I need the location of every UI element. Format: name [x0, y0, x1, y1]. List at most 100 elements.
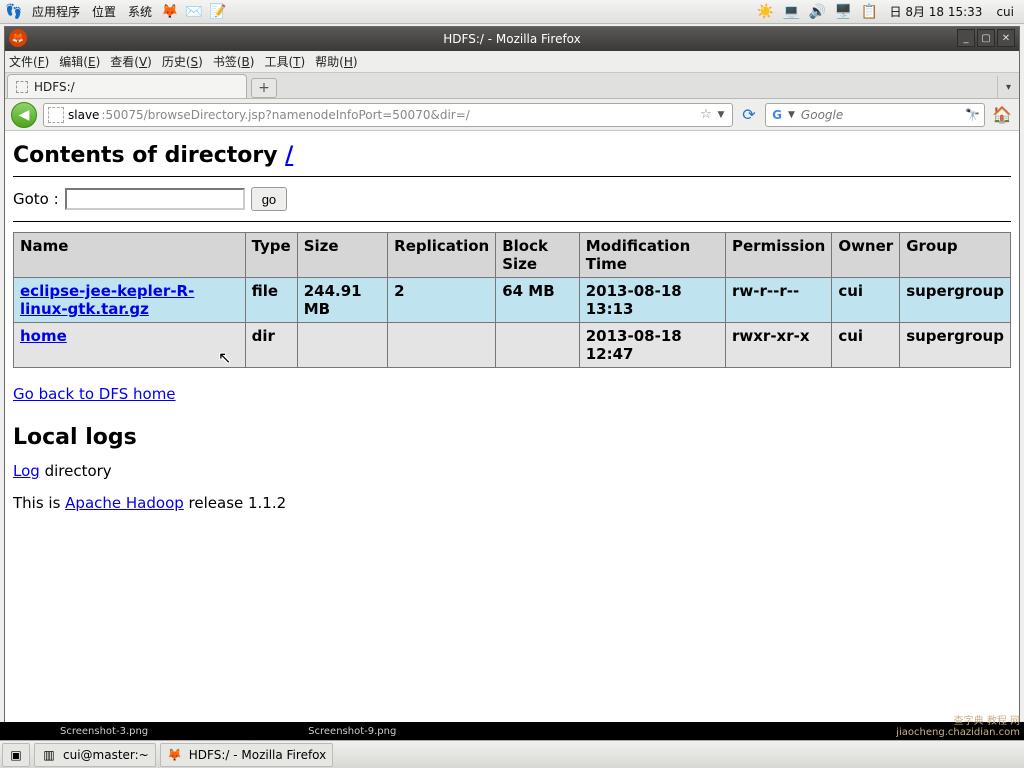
log-suffix: directory [40, 462, 112, 480]
table-cell: eclipse-jee-kepler-R-linux-gtk.tar.gz [14, 278, 246, 323]
back-button[interactable]: ◀ [11, 102, 37, 128]
reload-button[interactable]: ⟳ [739, 105, 759, 125]
gnome-foot-icon: 👣 [4, 2, 24, 22]
firefox-menu-bar: 文件(F) 编辑(E) 查看(V) 历史(S) 书签(B) 工具(T) 帮助(H… [5, 51, 1019, 73]
go-button[interactable]: go [251, 187, 287, 211]
firefox-window: 🦊 HDFS:/ - Mozilla Firefox _ ▢ ✕ 文件(F) 编… [4, 26, 1020, 736]
binoculars-icon[interactable]: 🔭 [965, 108, 980, 122]
table-cell: file [245, 278, 297, 323]
goto-row: Goto : go [13, 187, 1011, 211]
apache-hadoop-link[interactable]: Apache Hadoop [65, 494, 184, 512]
desktop-thumbnails-strip: Screenshot-3.png Screenshot-9.png [0, 722, 1024, 740]
table-cell: cui [832, 278, 900, 323]
panel-menu-system[interactable]: 系统 [124, 3, 156, 20]
page-heading: Contents of directory / [13, 143, 1011, 168]
minimize-button[interactable]: _ [957, 29, 975, 47]
site-identity-icon[interactable] [48, 107, 64, 123]
taskbar-item-firefox[interactable]: 🦊 HDFS:/ - Mozilla Firefox [160, 743, 334, 767]
page-content: Contents of directory / Goto : go Name T… [5, 131, 1019, 735]
tab-list-dropdown[interactable]: ▾ [997, 76, 1019, 98]
url-bar[interactable]: slave ☆ ▼ [43, 103, 733, 127]
maximize-button[interactable]: ▢ [977, 29, 995, 47]
tab-strip: HDFS:/ + ▾ [5, 73, 1019, 99]
menu-view[interactable]: 查看(V) [110, 53, 152, 70]
col-type: Type [245, 233, 297, 278]
menu-edit[interactable]: 编辑(E) [59, 53, 100, 70]
search-bar[interactable]: G ▼ 🔭 [765, 103, 985, 127]
google-engine-icon[interactable]: G [770, 108, 784, 122]
firefox-icon: 🦊 [167, 747, 183, 763]
update-icon[interactable]: ☀️ [756, 2, 776, 22]
tab-label: HDFS:/ [34, 80, 75, 94]
menu-tools[interactable]: 工具(T) [264, 53, 305, 70]
display-icon[interactable]: 🖥️ [834, 2, 854, 22]
show-desktop-icon: ▣ [8, 747, 24, 763]
show-desktop-button[interactable]: ▣ [2, 743, 30, 767]
heading-root-link[interactable]: / [285, 143, 293, 168]
thumb-label: Screenshot-3.png [60, 726, 148, 737]
table-cell [388, 323, 496, 368]
taskbar-item-terminal[interactable]: ▥ cui@master:~ [34, 743, 156, 767]
home-button[interactable]: 🏠 [991, 104, 1013, 126]
taskbar-label: HDFS:/ - Mozilla Firefox [189, 748, 327, 762]
table-cell: 64 MB [496, 278, 580, 323]
mail-launcher-icon[interactable]: ✉️ [184, 2, 204, 22]
table-cell: rw-r--r-- [726, 278, 832, 323]
table-cell: 2 [388, 278, 496, 323]
bookmark-star-icon[interactable]: ☆ [698, 107, 714, 122]
table-cell: supergroup [900, 278, 1011, 323]
panel-user[interactable]: cui [992, 5, 1018, 19]
col-modtime: Modification Time [579, 233, 725, 278]
menu-file[interactable]: 文件(F) [9, 53, 49, 70]
local-logs-heading: Local logs [13, 425, 1011, 450]
tab-favicon-placeholder-icon [16, 81, 28, 93]
table-header-row: Name Type Size Replication Block Size Mo… [14, 233, 1011, 278]
col-group: Group [900, 233, 1011, 278]
gnome-bottom-panel: ▣ ▥ cui@master:~ 🦊 HDFS:/ - Mozilla Fire… [0, 740, 1024, 768]
table-row: homedir2013-08-18 12:47rwxr-xr-xcuisuper… [14, 323, 1011, 368]
menu-history[interactable]: 历史(S) [162, 53, 203, 70]
col-replication: Replication [388, 233, 496, 278]
panel-clock[interactable]: 日 8月 18 15:33 [886, 3, 987, 20]
log-link[interactable]: Log [13, 462, 40, 480]
table-cell: supergroup [900, 323, 1011, 368]
taskbar-label: cui@master:~ [63, 748, 149, 762]
new-tab-button[interactable]: + [251, 78, 277, 98]
url-history-dropdown-icon[interactable]: ▼ [714, 110, 728, 120]
close-button[interactable]: ✕ [997, 29, 1015, 47]
search-input[interactable] [799, 107, 961, 123]
clipboard-icon[interactable]: 📋 [860, 2, 880, 22]
terminal-icon: ▥ [41, 747, 57, 763]
panel-menu-places[interactable]: 位置 [88, 3, 120, 20]
firefox-icon: 🦊 [9, 29, 27, 47]
divider [13, 176, 1011, 177]
engine-dropdown-icon[interactable]: ▼ [788, 110, 795, 120]
firefox-launcher-icon[interactable]: 🦊 [160, 2, 180, 22]
col-blocksize: Block Size [496, 233, 580, 278]
browser-tab-hdfs[interactable]: HDFS:/ [7, 74, 247, 98]
col-owner: Owner [832, 233, 900, 278]
entry-link[interactable]: home [20, 327, 67, 345]
table-cell: rwxr-xr-x [726, 323, 832, 368]
watermark: 查字典 教程 网jiaocheng.chazidian.com [896, 716, 1020, 738]
panel-menu-applications[interactable]: 应用程序 [28, 3, 84, 20]
notes-launcher-icon[interactable]: 📝 [208, 2, 228, 22]
url-input[interactable] [99, 107, 698, 123]
url-host: slave [68, 108, 99, 122]
navigation-toolbar: ◀ slave ☆ ▼ ⟳ G ▼ 🔭 🏠 [5, 99, 1019, 131]
col-size: Size [297, 233, 387, 278]
menu-bookmarks[interactable]: 书签(B) [213, 53, 255, 70]
log-directory-line: Log directory [13, 462, 1011, 480]
menu-help[interactable]: 帮助(H) [315, 53, 357, 70]
dfs-home-link[interactable]: Go back to DFS home [13, 385, 176, 403]
table-cell: 244.91 MB [297, 278, 387, 323]
goto-label: Goto : [13, 190, 59, 208]
gnome-top-panel: 👣 应用程序 位置 系统 🦊 ✉️ 📝 ☀️ 💻 🔊 🖥️ 📋 日 8月 18 … [0, 0, 1024, 24]
table-row: eclipse-jee-kepler-R-linux-gtk.tar.gz fil… [14, 278, 1011, 323]
goto-input[interactable] [65, 188, 245, 210]
entry-link[interactable]: eclipse-jee-kepler-R-linux-gtk.tar.gz [20, 282, 194, 318]
network-icon[interactable]: 💻 [782, 2, 802, 22]
window-title: HDFS:/ - Mozilla Firefox [443, 32, 581, 46]
volume-icon[interactable]: 🔊 [808, 2, 828, 22]
table-cell: dir [245, 323, 297, 368]
